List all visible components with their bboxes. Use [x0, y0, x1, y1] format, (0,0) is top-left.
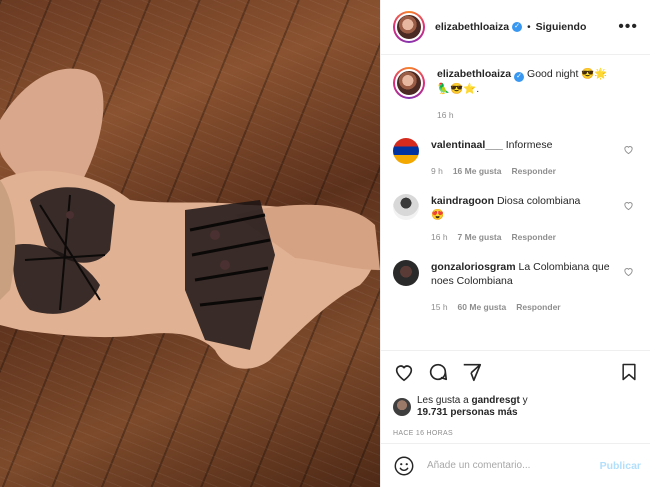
comment-time[interactable]: 16 h — [431, 230, 448, 244]
photo-illustration — [0, 68, 380, 369]
comment-icon[interactable] — [427, 361, 449, 383]
comment-time[interactable]: 9 h — [431, 164, 443, 178]
reply-button[interactable]: Responder — [511, 164, 555, 178]
reply-button[interactable]: Responder — [511, 230, 555, 244]
more-options-icon[interactable]: ••• — [618, 18, 638, 36]
caption-time[interactable]: 16 h — [437, 108, 454, 122]
commenter-avatar[interactable] — [393, 138, 419, 164]
comment-input[interactable] — [427, 460, 600, 471]
emoji-icon[interactable] — [393, 455, 415, 477]
comment-likes[interactable]: 60 Me gusta — [458, 300, 507, 314]
bookmark-icon[interactable] — [619, 361, 639, 383]
like-comment-icon[interactable] — [623, 144, 634, 155]
commenter-username[interactable]: kaindragoon — [431, 195, 494, 207]
comment-time[interactable]: 15 h — [431, 300, 448, 314]
comment-item: kaindragoon Diosa colombiana 😍 16 h 7 Me… — [393, 194, 638, 244]
like-comment-icon[interactable] — [623, 200, 634, 211]
add-comment-bar: Publicar — [381, 443, 650, 487]
post-header: elizabethloaiza ✓ • Siguiendo ••• — [381, 0, 650, 55]
caption-avatar[interactable] — [393, 67, 425, 99]
share-icon[interactable] — [461, 361, 483, 383]
author-username[interactable]: elizabethloaiza — [435, 21, 509, 33]
comment-item: gonzaloriosgram La Colombiana que noes C… — [393, 260, 638, 314]
caption-text: Good night — [527, 68, 579, 80]
commenter-avatar[interactable] — [393, 194, 419, 220]
caption: elizabethloaiza ✓ Good night 😎🌟 🦜😎⭐. 16 h — [393, 67, 638, 122]
emoji-glyph: 😍 — [431, 209, 445, 221]
comment-meta: 15 h 60 Me gusta Responder — [431, 300, 611, 314]
liker-username[interactable]: gandresgt — [472, 395, 520, 406]
comment-meta: 9 h 16 Me gusta Responder — [431, 164, 611, 178]
action-icons — [393, 359, 639, 385]
likes-summary: Les gusta a gandresgt y 19.731 personas … — [393, 395, 639, 419]
likes-prefix: Les gusta a — [417, 395, 469, 406]
comment-text: Diosa colombiana — [496, 195, 581, 207]
comment-text: Informese — [505, 139, 553, 151]
heart-icon[interactable] — [393, 361, 415, 383]
caption-username[interactable]: elizabethloaiza — [437, 68, 511, 80]
verified-icon: ✓ — [514, 72, 525, 82]
publish-button[interactable]: Publicar — [600, 460, 641, 472]
like-comment-icon[interactable] — [623, 266, 634, 277]
commenter-username[interactable]: valentinaal___ — [431, 139, 503, 151]
commenter-username[interactable]: gonzaloriosgram — [431, 261, 516, 273]
posted-timestamp[interactable]: HACE 16 HORAS — [393, 430, 639, 437]
verified-icon: ✓ — [512, 22, 523, 32]
likes-count[interactable]: 19.731 personas más — [417, 407, 518, 418]
separator-dot: • — [527, 21, 531, 33]
commenter-avatar[interactable] — [393, 260, 419, 286]
comment-meta: 16 h 7 Me gusta Responder — [431, 230, 611, 244]
author-avatar[interactable] — [393, 11, 425, 43]
comment-item: valentinaal___ Informese 9 h 16 Me gusta… — [393, 138, 638, 178]
caption-meta: 16 h — [437, 108, 617, 122]
likes-joiner: y — [522, 395, 528, 406]
post-actions: Les gusta a gandresgt y 19.731 personas … — [381, 350, 650, 437]
liker-avatar[interactable] — [393, 398, 411, 416]
comment-likes[interactable]: 7 Me gusta — [458, 230, 502, 244]
post-side-panel: elizabethloaiza ✓ • Siguiendo ••• elizab… — [380, 0, 650, 487]
reply-button[interactable]: Responder — [516, 300, 560, 314]
comment-likes[interactable]: 16 Me gusta — [453, 164, 502, 178]
instagram-post: elizabethloaiza ✓ • Siguiendo ••• elizab… — [0, 0, 650, 487]
following-button[interactable]: Siguiendo — [536, 21, 587, 33]
post-photo[interactable] — [0, 0, 380, 487]
